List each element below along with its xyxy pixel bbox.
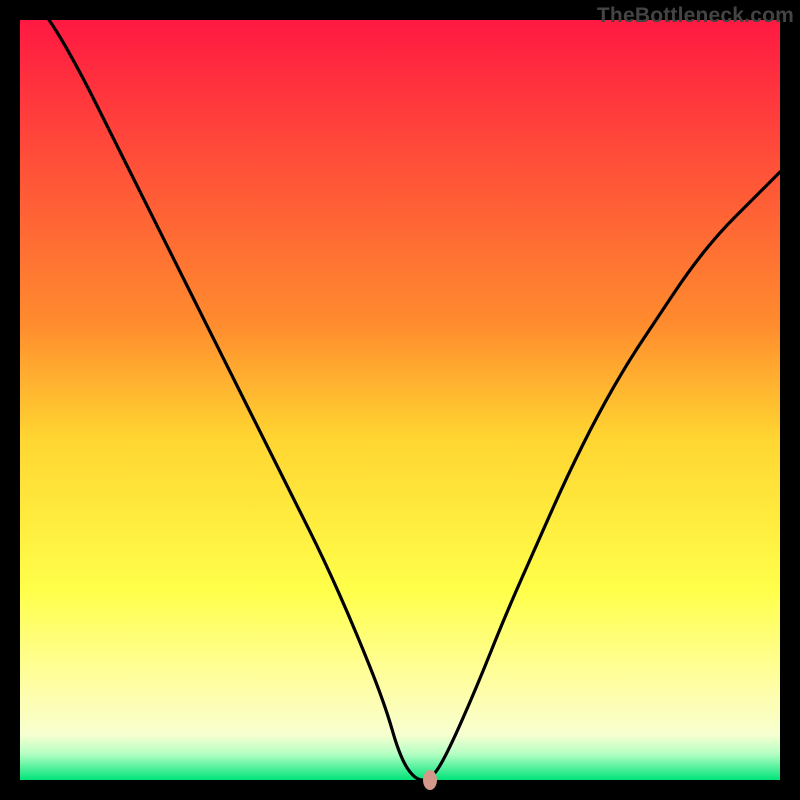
watermark-text: TheBottleneck.com bbox=[597, 4, 794, 28]
chart-marker-dot bbox=[423, 770, 437, 790]
chart-svg bbox=[20, 20, 780, 780]
chart-container bbox=[20, 20, 780, 780]
chart-background bbox=[20, 20, 780, 780]
